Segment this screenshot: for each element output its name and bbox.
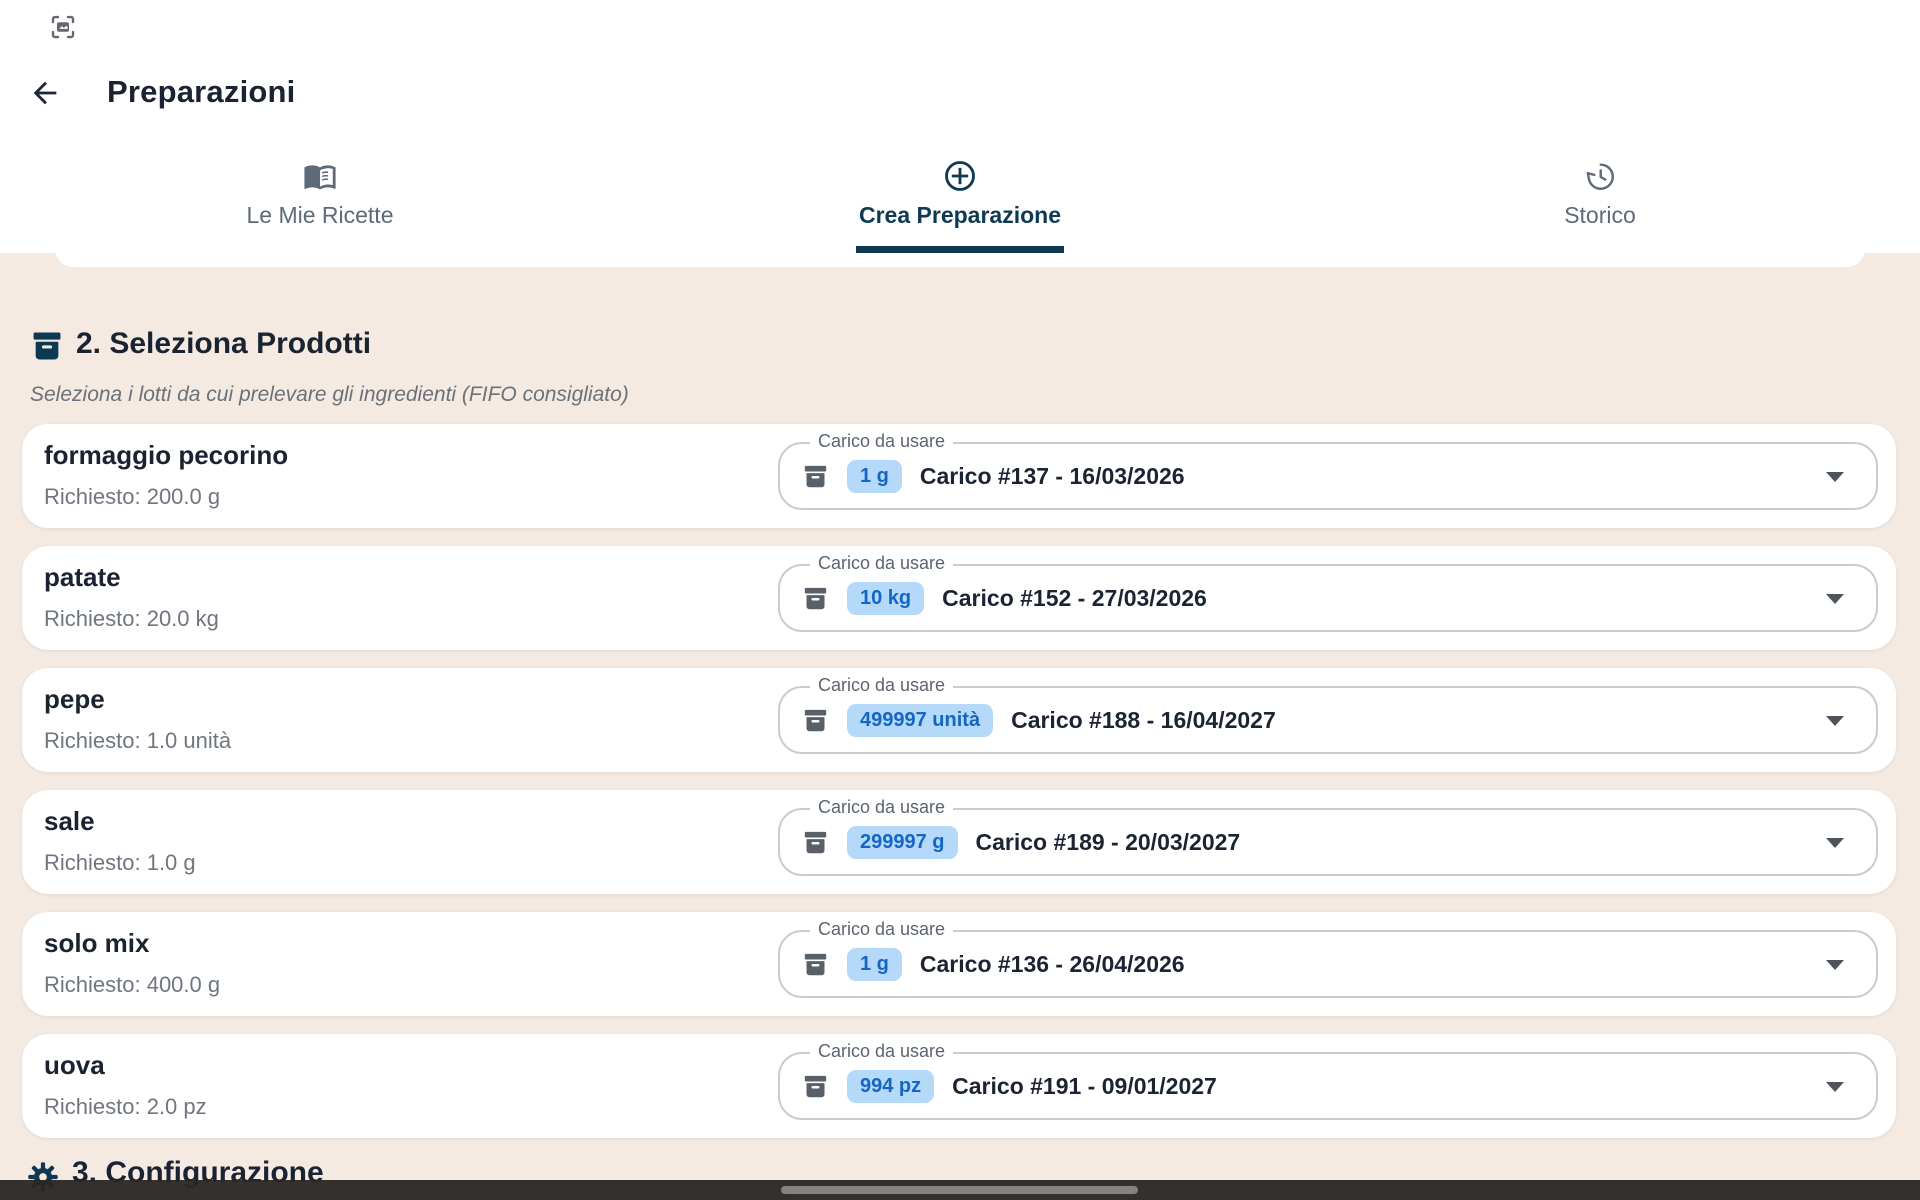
product-required-qty: Richiesto: 1.0 unità — [44, 728, 231, 754]
product-required-qty: Richiesto: 20.0 kg — [44, 606, 219, 632]
product-row-uova: uova Richiesto: 2.0 pz Carico da usare 9… — [22, 1034, 1896, 1138]
lot-select-label: Carico da usare — [810, 431, 953, 452]
product-row-sale: sale Richiesto: 1.0 g Carico da usare 29… — [22, 790, 1896, 894]
product-row-pepe: pepe Richiesto: 1.0 unità Carico da usar… — [22, 668, 1896, 772]
section-2-title: 2. Seleziona Prodotti — [76, 327, 371, 361]
back-button[interactable] — [28, 76, 62, 110]
lot-select-dropdown[interactable]: Carico da usare 1 g Carico #137 - 16/03/… — [778, 442, 1878, 510]
lot-select-label: Carico da usare — [810, 675, 953, 696]
lot-quantity-badge: 1 g — [847, 460, 902, 493]
lot-value: Carico #188 - 16/04/2027 — [1011, 707, 1276, 734]
lot-select-dropdown[interactable]: Carico da usare 499997 unità Carico #188… — [778, 686, 1878, 754]
lot-quantity-badge: 299997 g — [847, 826, 958, 859]
lot-select-dropdown[interactable]: Carico da usare 1 g Carico #136 - 26/04/… — [778, 930, 1878, 998]
product-row-patate: patate Richiesto: 20.0 kg Carico da usar… — [22, 546, 1896, 650]
product-name: uova — [44, 1050, 105, 1081]
product-name: solo mix — [44, 928, 149, 959]
tab-le-mie-ricette[interactable]: Le Mie Ricette — [0, 140, 640, 253]
lot-value: Carico #189 - 20/03/2027 — [976, 829, 1241, 856]
lot-select-label: Carico da usare — [810, 1041, 953, 1062]
inventory-icon — [802, 951, 829, 978]
lot-select-dropdown[interactable]: Carico da usare 299997 g Carico #189 - 2… — [778, 808, 1878, 876]
book-icon — [303, 158, 337, 194]
history-icon — [1583, 158, 1617, 194]
product-name: formaggio pecorino — [44, 440, 288, 471]
lot-select-dropdown[interactable]: Carico da usare 10 kg Carico #152 - 27/0… — [778, 564, 1878, 632]
lot-quantity-badge: 10 kg — [847, 582, 924, 615]
inventory-icon — [802, 707, 829, 734]
screenshot-scan-icon[interactable] — [48, 12, 78, 42]
lot-value: Carico #191 - 09/01/2027 — [952, 1073, 1217, 1100]
lot-value: Carico #136 - 26/04/2026 — [920, 951, 1185, 978]
chevron-down-icon — [1826, 838, 1844, 848]
inventory-icon — [802, 463, 829, 490]
lot-select-label: Carico da usare — [810, 919, 953, 940]
tab-label: Storico — [1564, 202, 1636, 229]
product-row-formaggio-pecorino: formaggio pecorino Richiesto: 200.0 g Ca… — [22, 424, 1896, 528]
chevron-down-icon — [1826, 1082, 1844, 1092]
chevron-down-icon — [1826, 716, 1844, 726]
lot-quantity-badge: 499997 unità — [847, 704, 993, 737]
tab-bar: Le Mie Ricette Crea Preparazione Storico — [0, 140, 1920, 253]
chevron-down-icon — [1826, 472, 1844, 482]
lot-quantity-badge: 994 pz — [847, 1070, 934, 1103]
product-required-qty: Richiesto: 1.0 g — [44, 850, 196, 876]
product-required-qty: Richiesto: 400.0 g — [44, 972, 220, 998]
lot-value: Carico #152 - 27/03/2026 — [942, 585, 1207, 612]
product-required-qty: Richiesto: 2.0 pz — [44, 1094, 207, 1120]
product-name: patate — [44, 562, 121, 593]
inventory-icon — [802, 829, 829, 856]
product-name: sale — [44, 806, 95, 837]
product-required-qty: Richiesto: 200.0 g — [44, 484, 220, 510]
page-title: Preparazioni — [107, 74, 295, 110]
tab-crea-preparazione[interactable]: Crea Preparazione — [640, 140, 1280, 253]
tab-label: Crea Preparazione — [859, 202, 1061, 229]
lot-select-dropdown[interactable]: Carico da usare 994 pz Carico #191 - 09/… — [778, 1052, 1878, 1120]
inventory-icon — [802, 585, 829, 612]
product-row-solo-mix: solo mix Richiesto: 400.0 g Carico da us… — [22, 912, 1896, 1016]
plus-circle-icon — [942, 158, 978, 194]
chevron-down-icon — [1826, 594, 1844, 604]
chevron-down-icon — [1826, 960, 1844, 970]
scan-frame-icon — [48, 12, 78, 42]
lot-quantity-badge: 1 g — [847, 948, 902, 981]
tab-label: Le Mie Ricette — [246, 202, 393, 229]
inventory-icon — [30, 329, 64, 363]
horizontal-scrollbar-thumb[interactable] — [781, 1186, 1138, 1194]
section-2-subtitle: Seleziona i lotti da cui prelevare gli i… — [30, 383, 629, 407]
inventory-icon — [802, 1073, 829, 1100]
product-name: pepe — [44, 684, 105, 715]
lot-select-label: Carico da usare — [810, 553, 953, 574]
lot-select-label: Carico da usare — [810, 797, 953, 818]
tab-storico[interactable]: Storico — [1280, 140, 1920, 253]
active-tab-indicator — [856, 246, 1064, 253]
lot-value: Carico #137 - 16/03/2026 — [920, 463, 1185, 490]
arrow-left-icon — [28, 76, 62, 110]
